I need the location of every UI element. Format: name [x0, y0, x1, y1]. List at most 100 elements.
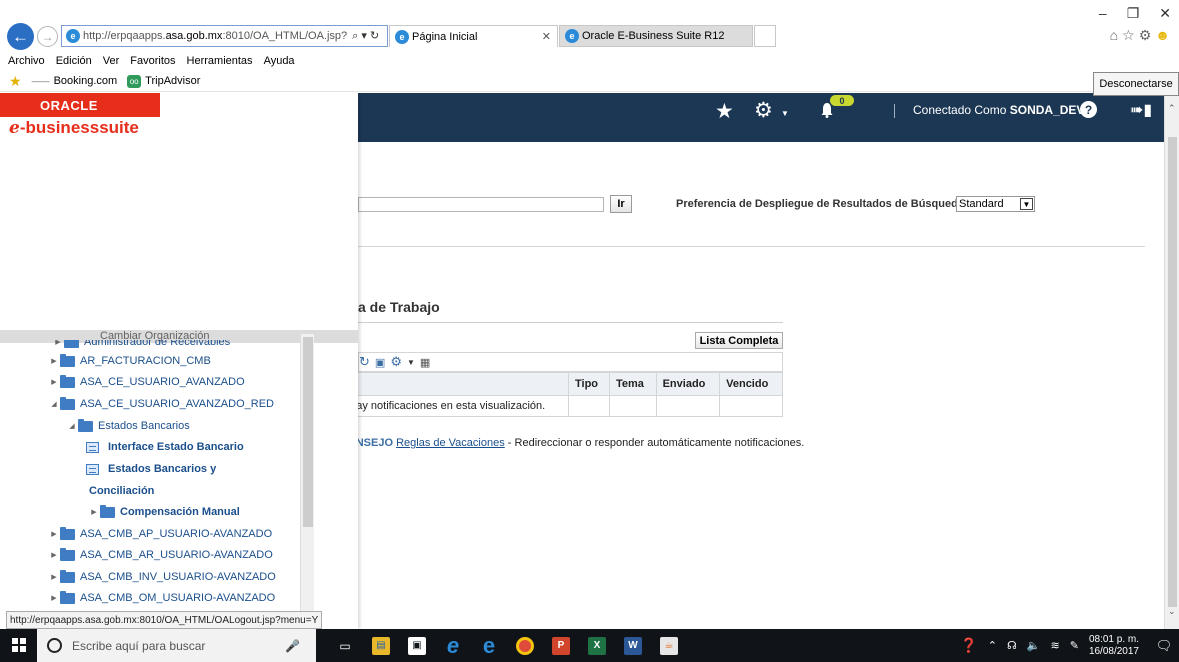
tree-item-interface-estado[interactable]: Interface Estado Bancario [86, 441, 244, 453]
menu-favoritos[interactable]: Favoritos [130, 55, 175, 67]
display-preference-value: Standard [959, 198, 1004, 210]
action-center-icon[interactable]: 🗨 [1149, 638, 1179, 654]
columns-icon[interactable]: ▦ [420, 356, 430, 369]
favorite-booking[interactable]: Booking.com [54, 75, 118, 87]
windows-start-icon[interactable] [12, 638, 26, 652]
chevron-down-icon[interactable]: ▼ [781, 109, 789, 118]
expand-icon[interactable]: ▶ [88, 508, 100, 516]
help-icon[interactable]: ❓ [960, 637, 977, 654]
refresh-icon[interactable]: ↻ [359, 354, 370, 370]
back-button[interactable]: ← [7, 23, 34, 50]
feedback-smiley-icon[interactable]: ☻ [1155, 27, 1174, 43]
function-icon [86, 441, 99, 453]
tree-item-cmb-om[interactable]: ▶ ASA_CMB_OM_USUARIO-AVANZADO [48, 590, 275, 604]
scroll-up-icon[interactable]: ⌃ [1168, 103, 1176, 114]
forward-button[interactable]: → [37, 26, 58, 47]
tab-close-icon[interactable]: ✕ [542, 30, 551, 43]
menu-ayuda[interactable]: Ayuda [264, 55, 295, 67]
powerpoint-icon[interactable]: P [546, 629, 576, 662]
scroll-down-icon[interactable]: ⌄ [1168, 606, 1176, 617]
tree-item-asa-ce-red[interactable]: ◢ ASA_CE_USUARIO_AVANZADO_RED [48, 396, 274, 410]
close-icon[interactable]: ✕ [1159, 5, 1171, 22]
collapse-icon[interactable]: ◢ [48, 400, 60, 408]
column-subject[interactable]: Tema [609, 372, 657, 396]
restore-icon[interactable]: ❐ [1127, 5, 1140, 22]
taskbar-clock[interactable]: 08:01 p. m. 16/08/2017 [1089, 634, 1139, 658]
tree-item-cmb-ar[interactable]: ▶ ASA_CMB_AR_USUARIO-AVANZADO [48, 547, 273, 561]
minimize-icon[interactable]: – [1099, 5, 1107, 22]
tree-item-cmb-inv[interactable]: ▶ ASA_CMB_INV_USUARIO-AVANZADO [48, 569, 276, 583]
menu-archivo[interactable]: Archivo [8, 55, 45, 67]
add-favorite-star-icon[interactable]: ★ [9, 73, 22, 90]
taskbar-search[interactable]: Escribe aquí para buscar 🎤 [37, 629, 316, 662]
java-icon[interactable]: ☕ [654, 629, 684, 662]
logout-icon[interactable]: ➠▮ [1130, 100, 1152, 120]
page-scrollbar[interactable]: ⌃ ⌄ [1164, 93, 1179, 629]
vacation-rules-link[interactable]: Reglas de Vacaciones [396, 437, 505, 449]
address-tools[interactable]: ⌕ ▾ ↻ [352, 29, 379, 43]
display-preference-select[interactable]: Standard ▼ [956, 196, 1035, 212]
detach-icon[interactable]: ▣ [375, 356, 385, 369]
settings-gear-icon[interactable]: ⚙ [390, 354, 402, 370]
tree-item-estados-conciliacion[interactable]: Estados Bancarios y [86, 463, 216, 475]
internet-explorer-icon[interactable]: e [438, 629, 468, 662]
tab-pagina-inicial[interactable]: e Página Inicial ✕ [389, 25, 558, 47]
task-view-icon[interactable]: ▭ [330, 629, 360, 662]
column-due[interactable]: Vencido [719, 372, 783, 396]
store-icon[interactable]: ▣ [402, 629, 432, 662]
column-sent[interactable]: Enviado [655, 372, 721, 396]
expand-icon[interactable]: ▶ [52, 340, 64, 346]
expand-icon[interactable]: ▶ [48, 530, 60, 538]
settings-gear-icon[interactable]: ⚙ [754, 98, 773, 123]
menu-edicion[interactable]: Edición [56, 55, 92, 67]
word-icon[interactable]: W [618, 629, 648, 662]
wifi-icon[interactable]: ≋ [1051, 639, 1060, 652]
volume-icon[interactable]: 🔈 [1027, 639, 1041, 652]
settings-gear-icon[interactable]: ⚙ [1139, 27, 1156, 43]
column-from[interactable]: de [328, 372, 569, 396]
excel-icon[interactable]: X [582, 629, 612, 662]
edge-icon[interactable]: e [474, 629, 504, 662]
favorites-star-icon[interactable]: ☆ [1122, 27, 1139, 43]
home-icon[interactable]: ⌂ [1110, 27, 1122, 43]
microphone-icon[interactable]: 🎤 [285, 639, 300, 653]
chevron-down-icon[interactable]: ▼ [1020, 198, 1033, 210]
expand-icon[interactable]: ▶ [48, 378, 60, 386]
expand-icon[interactable]: ▶ [48, 594, 60, 602]
chrome-icon[interactable] [510, 629, 540, 662]
pen-icon[interactable]: ✎ [1070, 639, 1079, 652]
go-button[interactable]: Ir [610, 195, 632, 213]
favorites-star-icon[interactable]: ★ [715, 99, 734, 124]
network-icon[interactable]: ☊ [1007, 639, 1017, 652]
tree-item-asa-ce[interactable]: ▶ ASA_CE_USUARIO_AVANZADO [48, 374, 245, 388]
menu-ver[interactable]: Ver [103, 55, 120, 67]
menu-herramientas[interactable]: Herramientas [187, 55, 253, 67]
tree-item-cmb-ap[interactable]: ▶ ASA_CMB_AP_USUARIO-AVANZADO [48, 526, 272, 540]
chevron-up-icon[interactable]: ⌃ [988, 639, 997, 652]
new-tab-button[interactable] [754, 25, 776, 47]
tree-item-ar-facturacion[interactable]: ▶ AR_FACTURACION_CMB [48, 353, 211, 367]
tree-item-compensacion[interactable]: ▶ Compensación Manual [88, 504, 240, 518]
connected-user: SONDA_DEV [1009, 103, 1085, 117]
search-input[interactable] [358, 197, 604, 212]
taskbar-search-placeholder: Escribe aquí para buscar [72, 638, 206, 653]
expand-icon[interactable]: ▶ [48, 357, 60, 365]
scroll-thumb[interactable] [1168, 137, 1177, 607]
expand-icon[interactable]: ▶ [48, 573, 60, 581]
navigator-scrollbar[interactable] [300, 334, 314, 629]
full-list-button[interactable]: Lista Completa [695, 332, 783, 349]
chevron-down-icon[interactable]: ▼ [407, 358, 415, 367]
collapse-icon[interactable]: ◢ [66, 422, 78, 430]
tree-item-estados-bancarios[interactable]: ◢ Estados Bancarios [66, 418, 190, 432]
notification-count-badge[interactable]: 0 [830, 95, 854, 106]
column-type[interactable]: Tipo [568, 372, 610, 396]
tree-item-conciliacion[interactable]: Conciliación [89, 485, 154, 497]
favorite-tripadvisor[interactable]: TripAdvisor [145, 75, 200, 87]
file-explorer-icon[interactable]: ▤ [366, 629, 396, 662]
help-icon[interactable]: ? [1080, 101, 1097, 118]
tree-item-admin-receivables[interactable]: ▶ Administrador de Receivables [52, 340, 230, 348]
expand-icon[interactable]: ▶ [48, 551, 60, 559]
tab-oracle-ebs[interactable]: e Oracle E-Business Suite R12 [559, 25, 753, 47]
scroll-thumb[interactable] [303, 337, 313, 527]
address-bar[interactable]: e http://erpqaapps.asa.gob.mx:8010/OA_HT… [61, 25, 388, 47]
